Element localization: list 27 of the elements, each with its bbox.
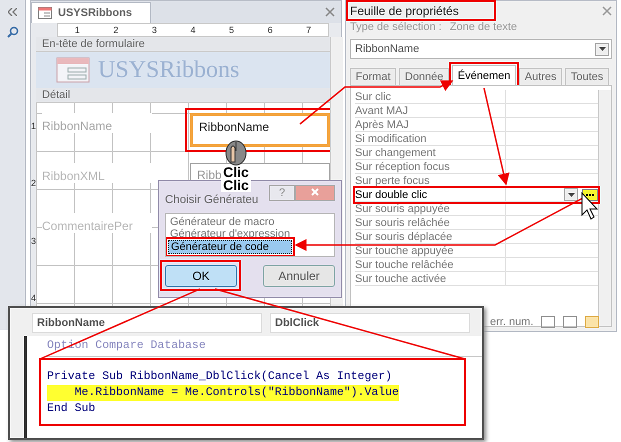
dialog-title: Choisir Générateu [165, 194, 258, 206]
selection-type-value: Zone de texte [450, 21, 518, 35]
ruler-mark: 2 [113, 25, 118, 35]
section-title: En-tête de formulaire [42, 38, 145, 50]
field-label: RibbonName [42, 113, 152, 133]
ruler-mark: 4 [31, 293, 36, 304]
panel-title: Feuille de propriétés [350, 4, 459, 18]
ruler-mark: 2 [31, 178, 36, 188]
click-label: Clic [221, 166, 251, 179]
section-title: Détail [42, 89, 70, 101]
ruler-mark: 5 [229, 25, 234, 35]
ruler-mark: 3 [31, 236, 36, 246]
field-label: CommentairePer [42, 213, 152, 233]
ruler-mark: 3 [152, 25, 157, 35]
click-label: Clic [221, 179, 251, 192]
form-title: USYSRibbons [98, 56, 240, 84]
ruler-mark: 6 [268, 25, 273, 35]
document-tab-title: USYSRibbons [58, 7, 132, 19]
ruler-mark: 7 [306, 25, 312, 35]
code-line: End Sub [47, 401, 96, 417]
ruler-mark: 4 [190, 25, 196, 35]
ruler-mark: 1 [31, 120, 36, 131]
ruler-mark: 1 [74, 25, 80, 35]
selection-type-label: Type de sélection : [350, 21, 442, 35]
field-label: RibbonXML [42, 163, 152, 183]
code-line: Private Sub RibbonName_DblClick(Cancel As Integer) [47, 369, 392, 385]
status-text: err. num. [490, 316, 534, 328]
